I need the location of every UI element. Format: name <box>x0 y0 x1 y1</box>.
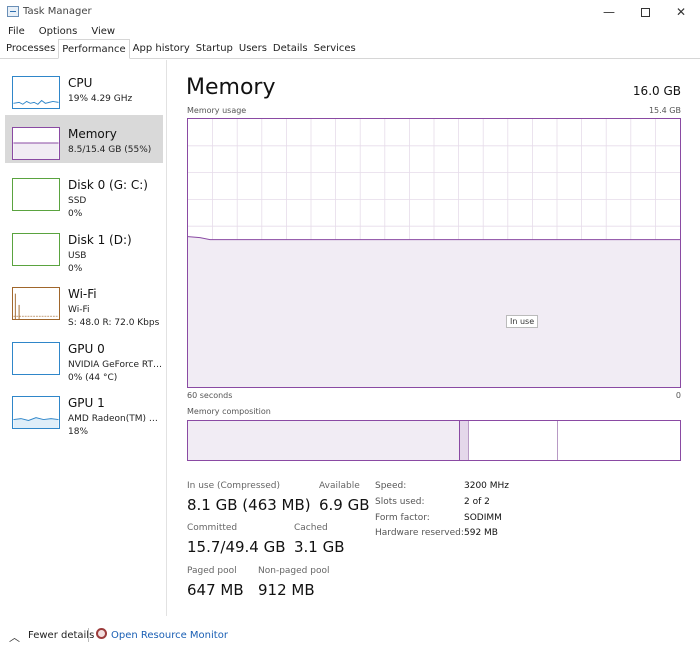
gpu-1-thumbnail-graph <box>12 396 60 429</box>
disk-1-thumbnail-graph <box>12 233 60 266</box>
cpu-thumbnail-graph <box>12 76 60 109</box>
non-paged-pool-label: Non-paged pool <box>258 566 330 576</box>
sidebar-item-detail: Wi-Fi <box>68 305 90 315</box>
sidebar-item-detail: 0% (44 °C) <box>68 373 118 383</box>
sidebar-item-label: Disk 1 (D:) <box>68 233 132 247</box>
maximize-button[interactable] <box>626 1 664 23</box>
close-button[interactable]: ✕ <box>662 1 700 23</box>
sidebar-item-detail: NVIDIA GeForce RTX ... <box>68 360 163 370</box>
fewer-details-link[interactable]: Fewer details <box>28 630 94 641</box>
form-factor-value: SODIMM <box>464 513 502 523</box>
paged-pool-value: 647 MB <box>187 581 244 599</box>
title-bar: Task Manager — ✕ <box>0 0 700 24</box>
resource-sidebar: CPU 19% 4.29 GHz Memory 8.5/15.4 GB (55%… <box>0 60 167 616</box>
non-paged-pool-value: 912 MB <box>258 581 315 599</box>
memory-usage-label: Memory usage <box>187 106 247 115</box>
gpu-0-thumbnail-graph <box>12 342 60 375</box>
slots-used-label: Slots used: <box>375 497 425 507</box>
form-factor-label: Form factor: <box>375 513 430 523</box>
sidebar-item-label: CPU <box>68 76 93 90</box>
sidebar-item-detail: 18% <box>68 427 89 437</box>
composition-modified[interactable] <box>459 421 469 460</box>
footer-divider <box>88 628 89 642</box>
paged-pool-label: Paged pool <box>187 566 237 576</box>
sidebar-item-label: Wi-Fi <box>68 287 97 301</box>
sidebar-item-detail: S: 48.0 R: 72.0 Kbps <box>68 318 160 328</box>
page-title: Memory <box>186 75 276 100</box>
sidebar-item-detail: SSD <box>68 196 87 206</box>
menu-bar: File Options View <box>0 24 700 40</box>
total-memory: 16.0 GB <box>632 84 681 98</box>
chevron-up-icon[interactable]: ︿ <box>9 629 20 645</box>
slots-used-value: 2 of 2 <box>464 497 490 507</box>
committed-label: Committed <box>187 523 238 533</box>
sidebar-item-memory[interactable]: Memory 8.5/15.4 GB (55%) <box>5 115 163 163</box>
sidebar-item-label: GPU 0 <box>68 342 105 356</box>
window-title: Task Manager <box>23 6 92 17</box>
hardware-reserved-label: Hardware reserved: <box>375 528 464 538</box>
sidebar-item-detail: 0% <box>68 264 83 274</box>
in-use-label: In use (Compressed) <box>187 481 280 491</box>
cached-label: Cached <box>294 523 328 533</box>
memory-panel: Memory 16.0 GB Memory usage 15.4 GB In u… <box>167 60 700 616</box>
tab-app-history[interactable]: App history <box>130 40 193 58</box>
committed-value: 15.7/49.4 GB <box>187 538 286 556</box>
tab-processes[interactable]: Processes <box>3 40 58 58</box>
minimize-button[interactable]: — <box>590 1 628 23</box>
sidebar-item-detail: 19% 4.29 GHz <box>68 94 133 104</box>
axis-right-label: 0 <box>675 391 681 400</box>
tab-bar: Processes Performance App history Startu… <box>0 39 700 59</box>
minimize-icon: — <box>603 5 615 19</box>
menu-view[interactable]: View <box>91 24 115 40</box>
sidebar-item-disk-1[interactable]: Disk 1 (D:) USB 0% <box>5 221 163 274</box>
sidebar-item-label: Memory <box>68 127 117 141</box>
tab-users[interactable]: Users <box>236 40 270 58</box>
tab-services[interactable]: Services <box>311 40 359 58</box>
maximize-icon <box>640 7 650 17</box>
sidebar-item-cpu[interactable]: CPU 19% 4.29 GHz <box>5 64 163 112</box>
menu-file[interactable]: File <box>8 24 25 40</box>
axis-left-label: 60 seconds <box>187 391 233 400</box>
resource-monitor-icon[interactable] <box>96 628 107 639</box>
sidebar-item-detail: AMD Radeon(TM) Gra... <box>68 414 163 424</box>
memory-composition-label: Memory composition <box>187 407 271 416</box>
wifi-thumbnail-graph <box>12 287 60 320</box>
in-use-value: 8.1 GB (463 MB) <box>187 496 311 514</box>
memory-usage-graph[interactable]: In use <box>187 118 681 388</box>
disk-0-thumbnail-graph <box>12 178 60 211</box>
memory-composition-bar[interactable] <box>187 420 681 461</box>
speed-value: 3200 MHz <box>464 481 510 491</box>
tab-startup[interactable]: Startup <box>193 40 236 58</box>
sidebar-item-detail: 8.5/15.4 GB (55%) <box>68 145 152 155</box>
speed-label: Speed: <box>375 481 407 491</box>
tab-details[interactable]: Details <box>270 40 311 58</box>
sidebar-item-label: GPU 1 <box>68 396 105 410</box>
tab-performance[interactable]: Performance <box>58 39 130 59</box>
memory-usage-max: 15.4 GB <box>648 106 681 115</box>
memory-usage-area <box>188 236 680 387</box>
menu-options[interactable]: Options <box>39 24 78 40</box>
in-use-tooltip: In use <box>506 315 539 328</box>
cached-value: 3.1 GB <box>294 538 345 556</box>
footer-bar: ︿ Fewer details Open Resource Monitor <box>0 620 700 650</box>
sidebar-item-disk-0[interactable]: Disk 0 (G: C:) SSD 0% <box>5 166 163 219</box>
available-label: Available <box>319 481 360 491</box>
composition-in-use[interactable] <box>188 421 459 460</box>
sidebar-item-gpu-0[interactable]: GPU 0 NVIDIA GeForce RTX ... 0% (44 °C) <box>5 330 163 383</box>
memory-usage-plot <box>188 119 680 387</box>
task-manager-icon <box>7 6 19 17</box>
sidebar-item-detail: 0% <box>68 209 83 219</box>
close-icon: ✕ <box>675 5 687 19</box>
sidebar-item-label: Disk 0 (G: C:) <box>68 178 148 192</box>
memory-thumbnail-graph <box>12 127 60 160</box>
sidebar-item-detail: USB <box>68 251 87 261</box>
composition-free[interactable] <box>558 421 681 460</box>
sidebar-item-wifi[interactable]: Wi-Fi Wi-Fi S: 48.0 R: 72.0 Kbps <box>5 275 163 328</box>
composition-standby[interactable] <box>469 421 558 460</box>
sidebar-item-gpu-1[interactable]: GPU 1 AMD Radeon(TM) Gra... 18% <box>5 384 163 437</box>
open-resource-monitor-link[interactable]: Open Resource Monitor <box>111 630 228 641</box>
hardware-reserved-value: 592 MB <box>464 528 498 538</box>
available-value: 6.9 GB <box>319 496 370 514</box>
